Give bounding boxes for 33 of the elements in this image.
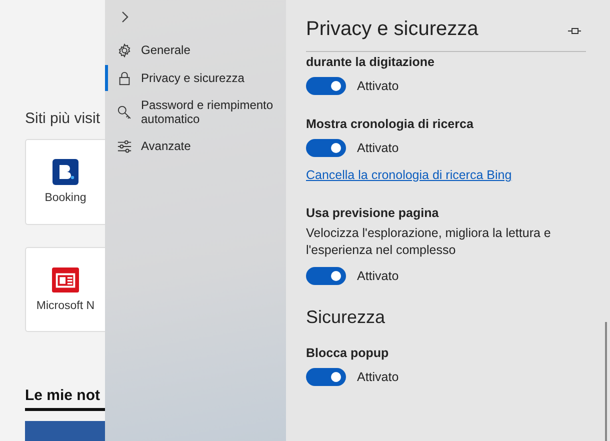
setting-description: Velocizza l'esplorazione, migliora la lettura e l'esperienza nel complesso: [306, 225, 552, 259]
section-heading: Sicurezza: [306, 307, 386, 328]
sliders-icon: [117, 138, 132, 154]
nav-item[interactable]: Avanzate: [105, 133, 286, 159]
newspaper-icon: [52, 266, 79, 293]
toggle-switch[interactable]: [306, 139, 346, 157]
site-tile[interactable]: Booking: [25, 139, 105, 225]
nav-item[interactable]: Generale: [105, 37, 286, 63]
pin-icon[interactable]: [568, 26, 582, 36]
setting-label: Blocca popup: [306, 346, 390, 360]
setting-label: Mostra cronologia di ricerca: [306, 117, 474, 131]
booking-logo-icon: [52, 159, 79, 186]
scrollbar[interactable]: [605, 322, 607, 441]
toggle-state: Attivato: [357, 269, 399, 283]
chevron-right-icon[interactable]: [121, 11, 129, 23]
toggle-state: Attivato: [357, 141, 399, 155]
site-tile[interactable]: Microsoft N: [25, 246, 105, 332]
toggle-state: Attivato: [357, 79, 399, 93]
panel-title: Privacy e sicurezza: [306, 18, 478, 41]
nav-item[interactable]: Password e riempimento automatico: [105, 93, 286, 131]
toggle-switch[interactable]: [306, 77, 346, 95]
clear-history-link[interactable]: Cancella la cronologia di ricerca Bing: [306, 168, 512, 182]
setting-label: Usa previsione pagina: [306, 206, 440, 220]
key-icon: [117, 104, 132, 120]
tile-label: Microsoft N: [36, 300, 95, 312]
gear-icon: [117, 42, 132, 58]
setting-label: durante la digitazione: [306, 55, 436, 69]
toggle-state: Attivato: [357, 370, 399, 384]
tile-label: Booking: [44, 192, 86, 204]
toggle-switch[interactable]: [306, 368, 346, 386]
lock-icon: [117, 70, 132, 86]
toggle-switch[interactable]: [306, 267, 346, 285]
section-title: Siti più visit: [25, 110, 102, 127]
